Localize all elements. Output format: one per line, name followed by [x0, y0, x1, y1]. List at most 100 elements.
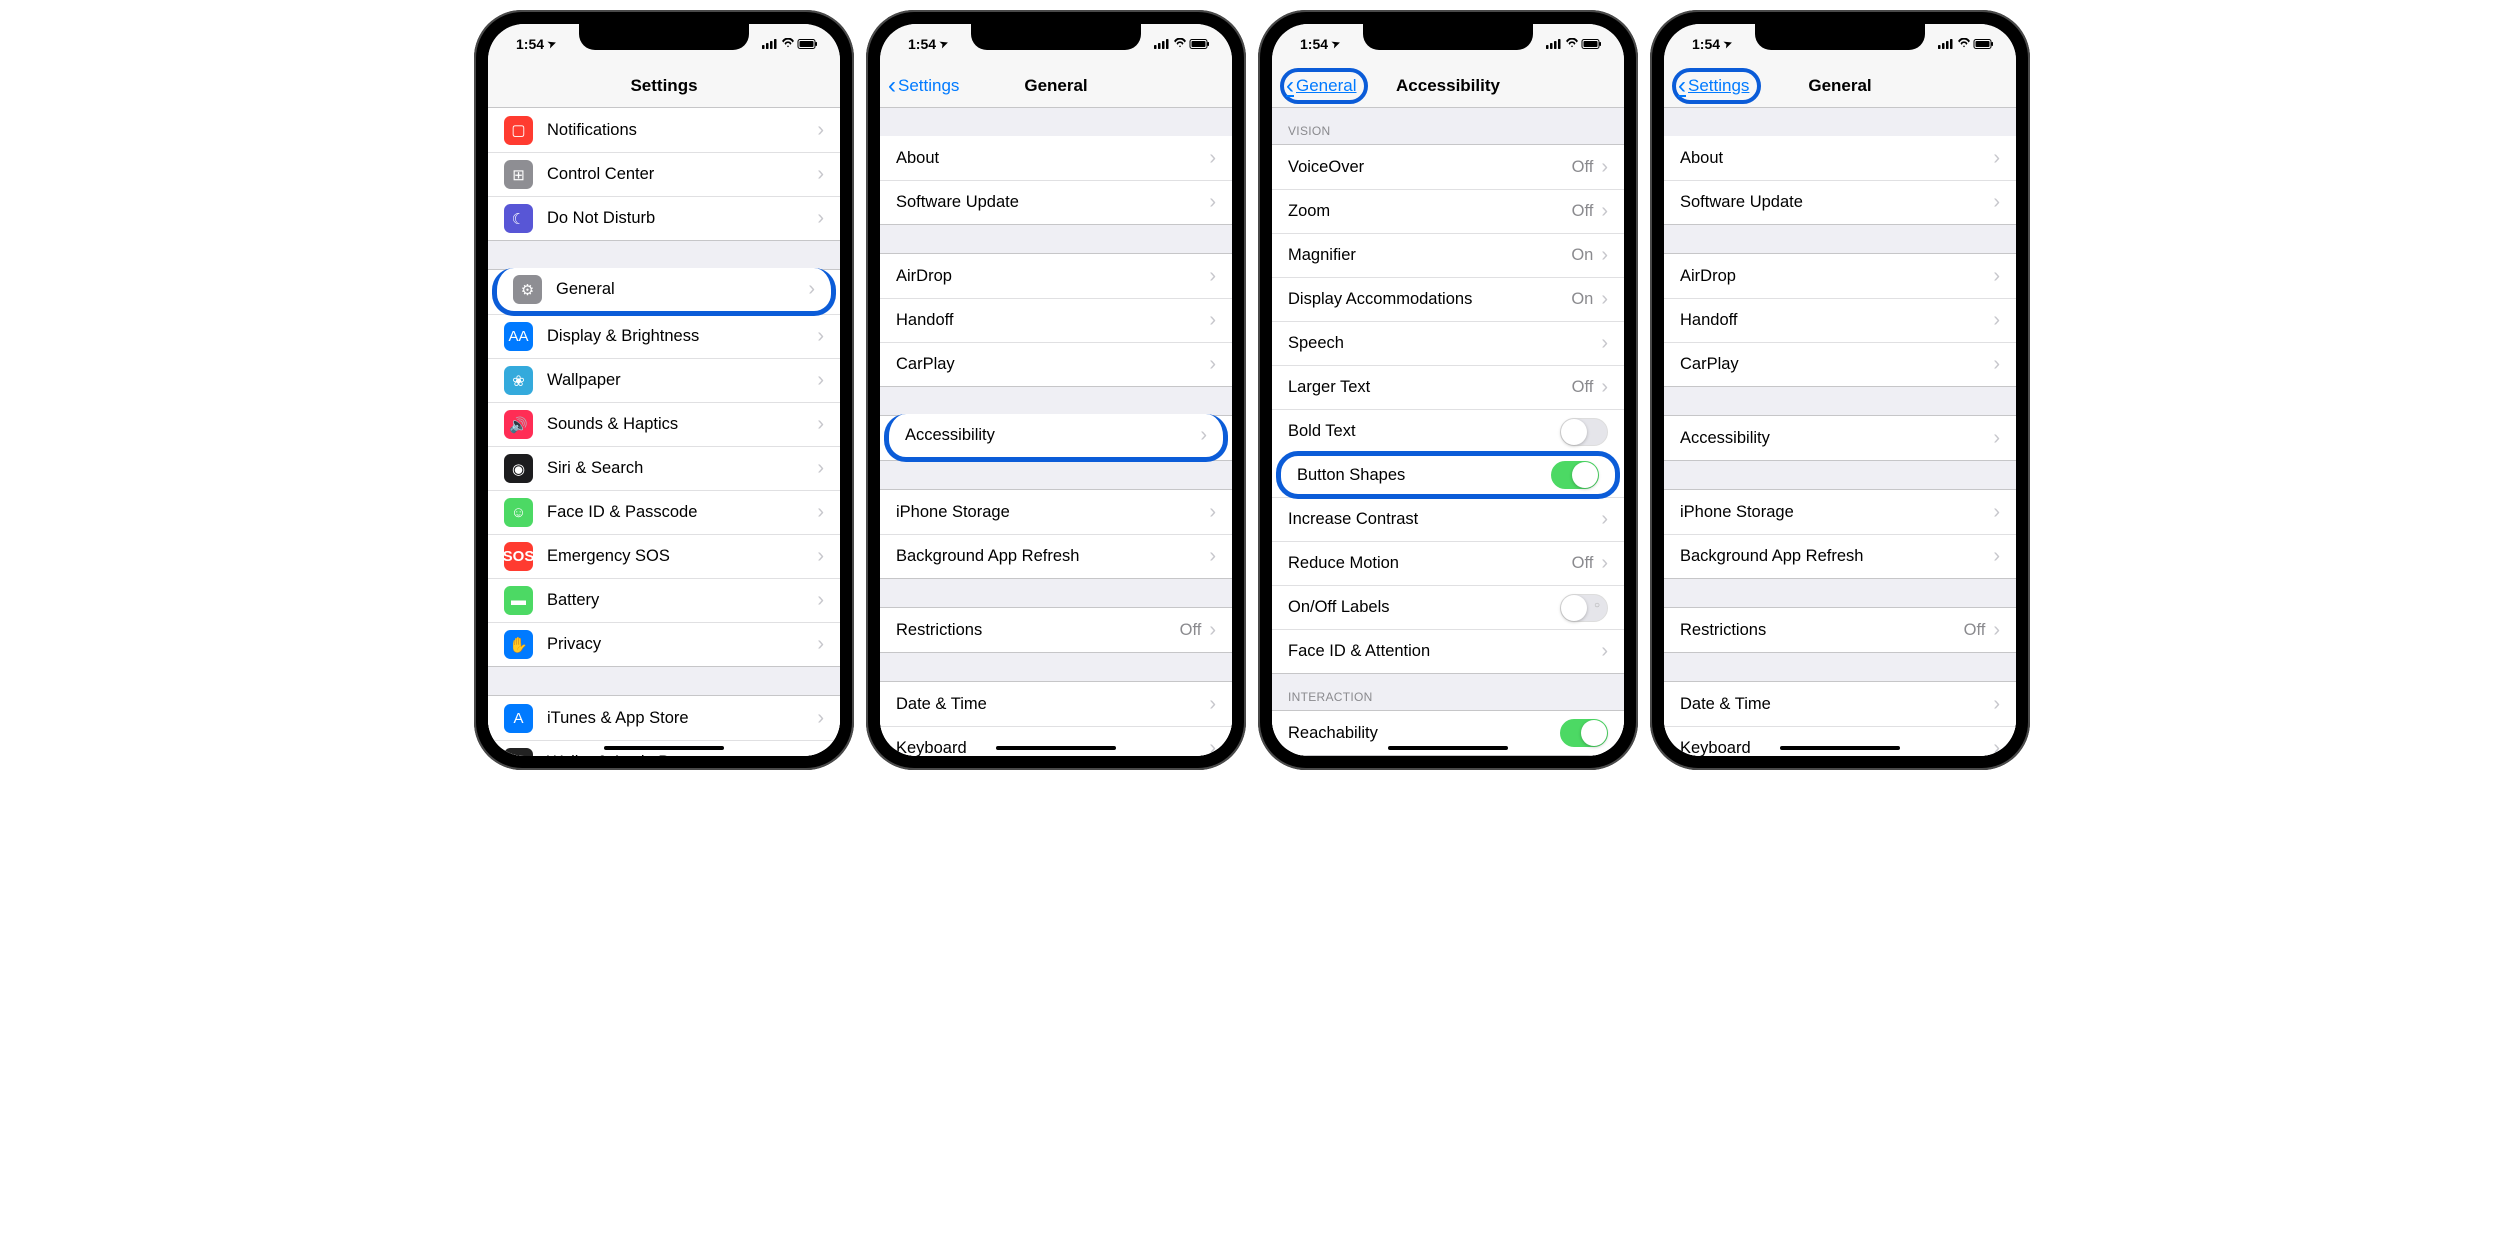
- settings-row[interactable]: SOSEmergency SOS›: [488, 534, 840, 578]
- row-label: Sounds & Haptics: [547, 415, 817, 434]
- content-scroll[interactable]: ▢Notifications›⊞Control Center›☾Do Not D…: [488, 108, 840, 756]
- settings-row[interactable]: Keyboard›: [1664, 726, 2016, 756]
- settings-row[interactable]: CarPlay›: [880, 342, 1232, 386]
- home-indicator[interactable]: [604, 746, 724, 750]
- settings-row[interactable]: Accessibility›: [1664, 416, 2016, 460]
- chevron-right-icon: ›: [1601, 332, 1608, 355]
- chevron-right-icon: ›: [1209, 737, 1216, 756]
- home-indicator[interactable]: [1388, 746, 1508, 750]
- chevron-right-icon: ›: [817, 589, 824, 612]
- settings-row[interactable]: ❀Wallpaper›: [488, 358, 840, 402]
- settings-row[interactable]: Keyboard›: [880, 726, 1232, 756]
- chevron-right-icon: ›: [1209, 191, 1216, 214]
- toggle-switch[interactable]: [1560, 418, 1608, 446]
- settings-row[interactable]: ☺Face ID & Passcode›: [488, 490, 840, 534]
- chevron-right-icon: ›: [817, 501, 824, 524]
- settings-row[interactable]: VoiceOverOff›: [1272, 145, 1624, 189]
- settings-row[interactable]: ☾Do Not Disturb›: [488, 196, 840, 240]
- settings-row[interactable]: Bold Text: [1272, 409, 1624, 453]
- settings-row[interactable]: Handoff›: [880, 298, 1232, 342]
- chevron-right-icon: ›: [1209, 693, 1216, 716]
- settings-row[interactable]: 🔊Sounds & Haptics›: [488, 402, 840, 446]
- row-label: Control Center: [547, 165, 817, 184]
- settings-row[interactable]: Software Update›: [1664, 180, 2016, 224]
- nav-back-label: General: [1296, 76, 1356, 96]
- status-icons: [1546, 38, 1602, 50]
- row-label: Bold Text: [1288, 422, 1560, 441]
- status-time: 1:54: [1300, 36, 1328, 52]
- content-scroll[interactable]: VISIONVoiceOverOff›ZoomOff›MagnifierOn›D…: [1272, 108, 1624, 756]
- settings-row[interactable]: Button Shapes: [1276, 451, 1620, 499]
- settings-row[interactable]: Display AccommodationsOn›: [1272, 277, 1624, 321]
- row-label: Wallpaper: [547, 371, 817, 390]
- settings-row[interactable]: About›: [1664, 136, 2016, 180]
- settings-row[interactable]: On/Off Labels: [1272, 585, 1624, 629]
- settings-row[interactable]: RestrictionsOff›: [1664, 608, 2016, 652]
- nav-back-button[interactable]: ‹ General: [1280, 68, 1368, 104]
- settings-row[interactable]: Handoff›: [1664, 298, 2016, 342]
- chevron-right-icon: ›: [1993, 737, 2000, 756]
- row-detail: On: [1571, 290, 1593, 309]
- toggle-switch[interactable]: [1560, 719, 1608, 747]
- row-detail: Off: [1572, 378, 1594, 397]
- settings-row[interactable]: CarPlay›: [1664, 342, 2016, 386]
- settings-row[interactable]: Date & Time›: [880, 682, 1232, 726]
- row-detail: Off: [1180, 621, 1202, 640]
- settings-group: Date & Time›Keyboard›Language & Region›: [1664, 681, 2016, 756]
- nav-title: General: [1808, 76, 1871, 96]
- settings-row[interactable]: ZoomOff›: [1272, 189, 1624, 233]
- settings-row[interactable]: Speech›: [1272, 321, 1624, 365]
- status-right: [1154, 38, 1210, 50]
- settings-row[interactable]: iPhone Storage›: [1664, 490, 2016, 534]
- settings-row[interactable]: Background App Refresh›: [880, 534, 1232, 578]
- settings-row[interactable]: ⚙General›: [492, 268, 836, 316]
- settings-row[interactable]: ⊞Control Center›: [488, 152, 840, 196]
- settings-row[interactable]: AADisplay & Brightness›: [488, 314, 840, 358]
- settings-row[interactable]: Increase Contrast›: [1272, 497, 1624, 541]
- row-label: Display & Brightness: [547, 327, 817, 346]
- nav-back-button[interactable]: ‹ Settings: [888, 74, 959, 98]
- settings-row[interactable]: RestrictionsOff›: [880, 608, 1232, 652]
- location-icon: ➤: [1330, 37, 1342, 50]
- nav-bar: ‹ Settings General: [880, 64, 1232, 108]
- chevron-right-icon: ›: [1993, 309, 2000, 332]
- settings-row[interactable]: Reduce MotionOff›: [1272, 541, 1624, 585]
- settings-row[interactable]: ◉Siri & Search›: [488, 446, 840, 490]
- notch: [1755, 24, 1925, 50]
- settings-row[interactable]: AirDrop›: [1664, 254, 2016, 298]
- row-label: About: [1680, 149, 1993, 168]
- settings-row[interactable]: Larger TextOff›: [1272, 365, 1624, 409]
- group-gap: [880, 387, 1232, 415]
- settings-row[interactable]: ▢Notifications›: [488, 108, 840, 152]
- settings-group: About›Software Update›: [880, 136, 1232, 225]
- chevron-right-icon: ›: [1209, 353, 1216, 376]
- settings-row[interactable]: AirDrop›: [880, 254, 1232, 298]
- settings-row[interactable]: Date & Time›: [1664, 682, 2016, 726]
- settings-row[interactable]: About›: [880, 136, 1232, 180]
- home-indicator[interactable]: [1780, 746, 1900, 750]
- settings-row[interactable]: ✋Privacy›: [488, 622, 840, 666]
- settings-row[interactable]: ▬Battery›: [488, 578, 840, 622]
- settings-row[interactable]: AiTunes & App Store›: [488, 696, 840, 740]
- settings-row[interactable]: Background App Refresh›: [1664, 534, 2016, 578]
- chevron-right-icon: ›: [817, 369, 824, 392]
- status-time: 1:54: [908, 36, 936, 52]
- content-scroll[interactable]: About›Software Update› AirDrop›Handoff›Ca…: [880, 108, 1232, 756]
- settings-row[interactable]: Face ID & Attention›: [1272, 629, 1624, 673]
- notch: [1363, 24, 1533, 50]
- content-scroll[interactable]: About›Software Update›AirDrop›Handoff›Ca…: [1664, 108, 2016, 756]
- row-label: Siri & Search: [547, 459, 817, 478]
- nav-back-button[interactable]: ‹ Settings: [1672, 68, 1761, 104]
- row-label: Background App Refresh: [896, 547, 1209, 566]
- group-gap: [1664, 225, 2016, 253]
- settings-row[interactable]: Accessibility›: [884, 414, 1228, 462]
- chevron-right-icon: ›: [817, 457, 824, 480]
- settings-row[interactable]: MagnifierOn›: [1272, 233, 1624, 277]
- settings-row[interactable]: Software Update›: [880, 180, 1232, 224]
- chevron-right-icon: ›: [1601, 640, 1608, 663]
- row-detail: On: [1571, 246, 1593, 265]
- home-indicator[interactable]: [996, 746, 1116, 750]
- toggle-switch[interactable]: [1560, 594, 1608, 622]
- settings-row[interactable]: iPhone Storage›: [880, 490, 1232, 534]
- toggle-switch[interactable]: [1551, 461, 1599, 489]
